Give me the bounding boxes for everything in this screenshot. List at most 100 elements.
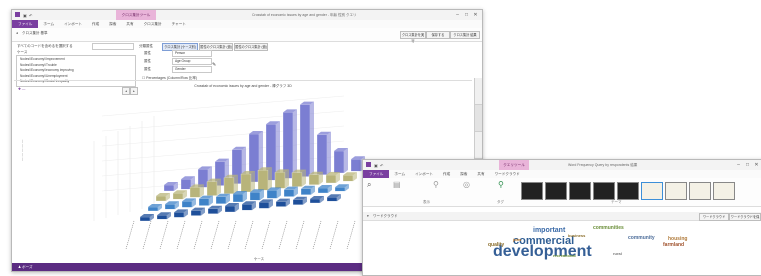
tool-icon-3[interactable]: ◎: [463, 180, 470, 189]
word-cloud: important communities commercial developmen…: [363, 221, 761, 275]
window-controls: – □ ✕: [734, 160, 761, 170]
attribute-row-value[interactable]: Age Group: [172, 58, 212, 65]
attribute-row-label: 属性: [144, 67, 151, 71]
theme-thumbnail[interactable]: [593, 182, 615, 200]
tool-icon-2[interactable]: ⚲: [433, 180, 439, 189]
theme-thumbnail[interactable]: [689, 182, 711, 200]
attribute-row-value[interactable]: Person: [172, 50, 212, 57]
x-tick-label: [261, 220, 271, 250]
chart-bar: [232, 191, 247, 203]
theme-thumbnail[interactable]: [569, 182, 591, 200]
tab-0[interactable]: ファイル: [363, 170, 390, 178]
summary-side-tab[interactable]: [475, 78, 482, 105]
wordcloud-button[interactable]: ワードクラウド: [699, 213, 729, 221]
collapse-icon[interactable]: ▾: [367, 214, 369, 218]
pin-icon[interactable]: ◂: [16, 31, 18, 35]
attribute-row-label: 属性: [144, 51, 151, 55]
tab-0[interactable]: ファイル: [12, 20, 39, 28]
attribute-row-value[interactable]: Gender: [172, 66, 212, 73]
context-tab-query[interactable]: クエリツール: [499, 160, 529, 170]
close-icon[interactable]: ✕: [752, 160, 761, 170]
tab-4[interactable]: 探索: [455, 170, 472, 178]
x-axis-label: ケース: [254, 257, 265, 261]
maximize-icon[interactable]: □: [743, 160, 752, 170]
tab-1[interactable]: ホーム: [389, 170, 410, 178]
tab-3[interactable]: 作成: [87, 20, 104, 28]
window-title: Word Frequency Query by respondents 結果: [568, 163, 638, 167]
app-logo-icon: [366, 162, 371, 167]
attributes-label: 分類属性: [139, 44, 153, 48]
close-icon[interactable]: ✕: [471, 10, 480, 20]
window-controls: – □ ✕: [453, 10, 480, 20]
tab-6[interactable]: ワードクラウド: [490, 170, 525, 178]
cloud-word: community: [628, 235, 655, 241]
context-tab-crosstab[interactable]: クロス集計ツール: [116, 10, 156, 20]
theme-thumbnail[interactable]: [545, 182, 567, 200]
theme-thumbnail[interactable]: [521, 182, 543, 200]
chart-bar: [190, 207, 205, 216]
tab-2[interactable]: インポート: [59, 20, 87, 28]
chart-bar: [257, 167, 272, 191]
chart-bar: [189, 184, 204, 198]
theme-thumbnail[interactable]: [617, 182, 639, 200]
cloud-word: jobs: [513, 237, 522, 242]
tool-icon-1[interactable]: ▤: [393, 180, 401, 189]
tab-5[interactable]: 共有: [121, 20, 138, 28]
results-button[interactable]: クロス集計 結果: [450, 31, 480, 39]
tab-4[interactable]: 探索: [104, 20, 121, 28]
theme-thumbnail[interactable]: [665, 182, 687, 200]
chart-bar: [207, 205, 222, 214]
tab-3[interactable]: 作成: [438, 170, 455, 178]
minimize-icon[interactable]: –: [734, 160, 743, 170]
tab-6[interactable]: クロス集計: [139, 20, 167, 28]
status-icon: ♟: [18, 265, 22, 269]
chart-bar: [164, 201, 179, 210]
chart-bar: [139, 214, 154, 222]
chart-bar: [309, 196, 324, 204]
ribbon-tabs: ファイル ホーム インポート 作成 探索 共有 クロス集計 チャート: [12, 20, 482, 28]
chart-bar: [173, 209, 188, 218]
chart-bar: [283, 186, 298, 197]
query-label: クロス集計 基準: [22, 31, 48, 35]
query-select[interactable]: [92, 43, 134, 50]
app-logo-icon: [15, 12, 20, 17]
chart-bar: [156, 212, 171, 220]
chart-side-tab[interactable]: [475, 105, 482, 132]
chart-bar: [223, 174, 238, 194]
chart-bar: [266, 187, 281, 199]
chart-bar: [333, 148, 348, 174]
chart-bar: [299, 101, 314, 177]
x-tick-label: [193, 220, 203, 250]
cloud-word: communities: [593, 225, 624, 231]
ribbon-group-display: 表示: [423, 200, 430, 204]
run-query-button[interactable]: クロス集計を実行: [400, 31, 426, 43]
window-titlebar: ▣ ↶ クロス集計ツール Crosstab of economic issues…: [12, 10, 482, 20]
chart-bar: [172, 190, 187, 200]
theme-thumbnail[interactable]: [641, 182, 663, 200]
maximize-icon[interactable]: □: [462, 10, 471, 20]
cloud-word: recreational: [553, 253, 576, 258]
tab-1[interactable]: ホーム: [38, 20, 59, 28]
search-icon[interactable]: ⌕: [367, 180, 371, 190]
save-wordcloud-button[interactable]: ワードクラウドを保存: [729, 213, 761, 225]
save-query-button[interactable]: 保存する: [426, 31, 450, 39]
tab-5[interactable]: 共有: [472, 170, 489, 178]
minimize-icon[interactable]: –: [453, 10, 462, 20]
tab-7[interactable]: チャート: [167, 20, 191, 28]
x-tick-label: [244, 220, 254, 250]
chart-bar: [274, 169, 289, 189]
chart-bar: [240, 171, 255, 193]
chart-bar: [317, 185, 332, 194]
matrix-side-tab[interactable]: [475, 132, 482, 159]
attribute-crosstab-button-2[interactable]: 属性のクロス集計 (値): [234, 43, 268, 51]
cloud-word: business: [568, 233, 586, 238]
tab-2[interactable]: インポート: [410, 170, 438, 178]
chart-bar: [342, 172, 357, 182]
wordcloud-icon[interactable]: ⚲: [498, 180, 504, 189]
edit-icon[interactable]: ✎: [212, 62, 216, 68]
chart-bar: [291, 169, 306, 187]
chart-bar: [282, 109, 297, 179]
all-codes-checkbox-label[interactable]: すべてのコードを含めるを選択する: [17, 44, 73, 49]
theme-thumbnail[interactable]: [713, 182, 735, 200]
chart-bar: [326, 194, 341, 202]
